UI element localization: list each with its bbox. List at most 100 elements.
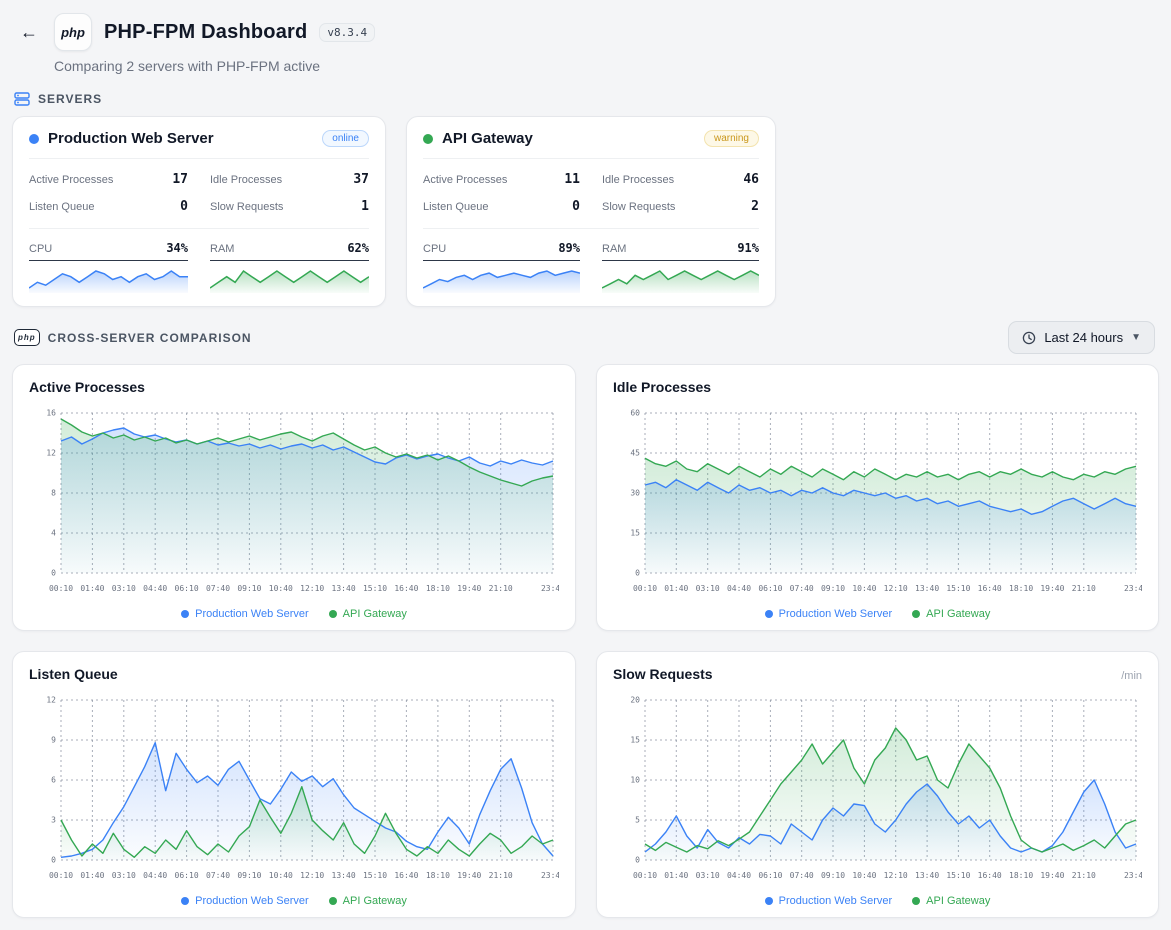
clock-icon [1023,331,1036,344]
svg-text:21:10: 21:10 [1072,584,1096,593]
svg-text:00:10: 00:10 [49,584,73,593]
legend-dot-blue [181,897,190,905]
svg-text:3: 3 [51,816,56,825]
stat-label: Idle Processes [602,174,675,186]
stat-value: 1 [361,199,369,214]
chart-unit: /min [1121,670,1142,682]
legend-label: API Gateway [342,895,407,907]
svg-text:23:40: 23:40 [541,871,559,880]
gauge-cpu: CPU 89% [422,241,581,293]
legend-label: API Gateway [342,608,407,620]
legend-dot-green [912,610,921,618]
svg-text:10:40: 10:40 [852,871,876,880]
time-range-dropdown[interactable]: Last 24 hours ▼ [1008,321,1155,354]
gauge-value: 91% [737,241,759,255]
stat-idle-processes: Idle Processes 46 [602,172,759,187]
servers-section-label: SERVERS [38,92,103,106]
php-mini-icon: php [14,329,40,346]
svg-text:18:10: 18:10 [1009,871,1033,880]
stat-value: 46 [743,172,759,187]
svg-text:19:40: 19:40 [1040,871,1064,880]
status-badge: warning [703,130,759,147]
svg-text:23:40: 23:40 [1124,871,1142,880]
svg-text:07:40: 07:40 [206,584,230,593]
page-header: ← php PHP-FPM Dashboard v8.3.4 Comparing… [0,0,1171,78]
legend-item-production: Production Web Server [764,608,892,620]
stat-value: 2 [751,199,759,214]
svg-text:16:40: 16:40 [978,871,1002,880]
svg-text:09:10: 09:10 [237,584,261,593]
svg-text:00:10: 00:10 [633,584,657,593]
svg-text:01:40: 01:40 [664,871,688,880]
ram-sparkline [601,263,760,293]
svg-text:09:10: 09:10 [237,871,261,880]
legend-item-production: Production Web Server [764,895,892,907]
svg-text:00:10: 00:10 [633,871,657,880]
svg-text:13:40: 13:40 [915,584,939,593]
svg-text:16:40: 16:40 [978,584,1002,593]
server-cards-row: Production Web Server online Active Proc… [0,116,1171,307]
svg-text:01:40: 01:40 [664,584,688,593]
svg-text:19:40: 19:40 [457,871,481,880]
stat-value: 0 [180,199,188,214]
svg-text:23:40: 23:40 [541,584,559,593]
svg-text:03:10: 03:10 [696,871,720,880]
time-range-label: Last 24 hours [1044,330,1124,345]
legend-item-api-gateway: API Gateway [328,895,407,907]
gauge-value: 62% [347,241,369,255]
page-subtitle: Comparing 2 servers with PHP-FPM active [54,58,321,74]
svg-text:03:10: 03:10 [112,871,136,880]
svg-text:15:10: 15:10 [363,871,387,880]
chart-card-active-processes: Active Processes 0 4 8 12 16 00:10 01:40 03:10 0… [12,364,576,631]
svg-text:6: 6 [51,776,56,785]
header-text-block: php PHP-FPM Dashboard v8.3.4 Comparing 2… [54,13,376,74]
svg-text:15:10: 15:10 [946,584,970,593]
server-card-api-gateway[interactable]: API Gateway warning Active Processes 11 … [406,116,776,307]
svg-text:01:40: 01:40 [80,871,104,880]
svg-text:13:40: 13:40 [332,871,356,880]
svg-text:0: 0 [51,569,56,578]
svg-text:04:40: 04:40 [143,871,167,880]
svg-text:21:10: 21:10 [489,871,513,880]
chart-card-idle-processes: Idle Processes 0 15 30 45 60 00:10 01:40 03:10 0… [596,364,1159,631]
line-chart: 0 15 30 45 60 00:10 01:40 03:10 04:40 06:10 07:40 0… [613,403,1148,599]
svg-text:00:10: 00:10 [49,871,73,880]
chart-card-listen-queue: Listen Queue 0 3 6 9 12 00:10 01:40 03:10 04:40 0… [12,651,576,918]
svg-text:21:10: 21:10 [489,584,513,593]
svg-text:04:40: 04:40 [727,871,751,880]
svg-text:13:40: 13:40 [332,584,356,593]
stat-listen-queue: Listen Queue 0 [423,199,580,214]
svg-text:06:10: 06:10 [758,871,782,880]
svg-text:10: 10 [630,776,640,785]
stat-value: 0 [572,199,580,214]
chevron-down-icon: ▼ [1131,332,1141,343]
stat-value: 11 [564,172,580,187]
stat-label: Active Processes [423,174,508,186]
svg-text:06:10: 06:10 [175,871,199,880]
back-button[interactable]: ← [20,23,38,41]
svg-text:18:10: 18:10 [426,584,450,593]
server-card-production[interactable]: Production Web Server online Active Proc… [12,116,386,307]
legend-item-api-gateway: API Gateway [912,608,990,620]
chart-title: Listen Queue [29,666,118,682]
line-chart: 0 3 6 9 12 00:10 01:40 03:10 04:40 06:10 07:40 09:1… [29,690,565,886]
legend-item-production: Production Web Server [181,608,309,620]
svg-text:15:10: 15:10 [363,584,387,593]
svg-text:4: 4 [51,529,56,538]
stat-label: Idle Processes [210,174,283,186]
gauge-label: CPU [29,243,53,255]
svg-text:9: 9 [51,736,56,745]
chart-legend: Production Web Server API Gateway [29,608,559,620]
gauge-value: 89% [558,241,580,255]
svg-text:8: 8 [51,489,56,498]
svg-text:15: 15 [630,529,640,538]
chart-legend: Production Web Server API Gateway [613,895,1142,907]
stat-label: Listen Queue [29,201,95,213]
svg-text:12: 12 [46,449,56,458]
legend-label: API Gateway [926,608,991,620]
stat-active-processes: Active Processes 11 [423,172,580,187]
server-status-dot [423,133,433,144]
stat-label: Active Processes [29,174,114,186]
chart-legend: Production Web Server API Gateway [29,895,559,907]
svg-text:06:10: 06:10 [175,584,199,593]
